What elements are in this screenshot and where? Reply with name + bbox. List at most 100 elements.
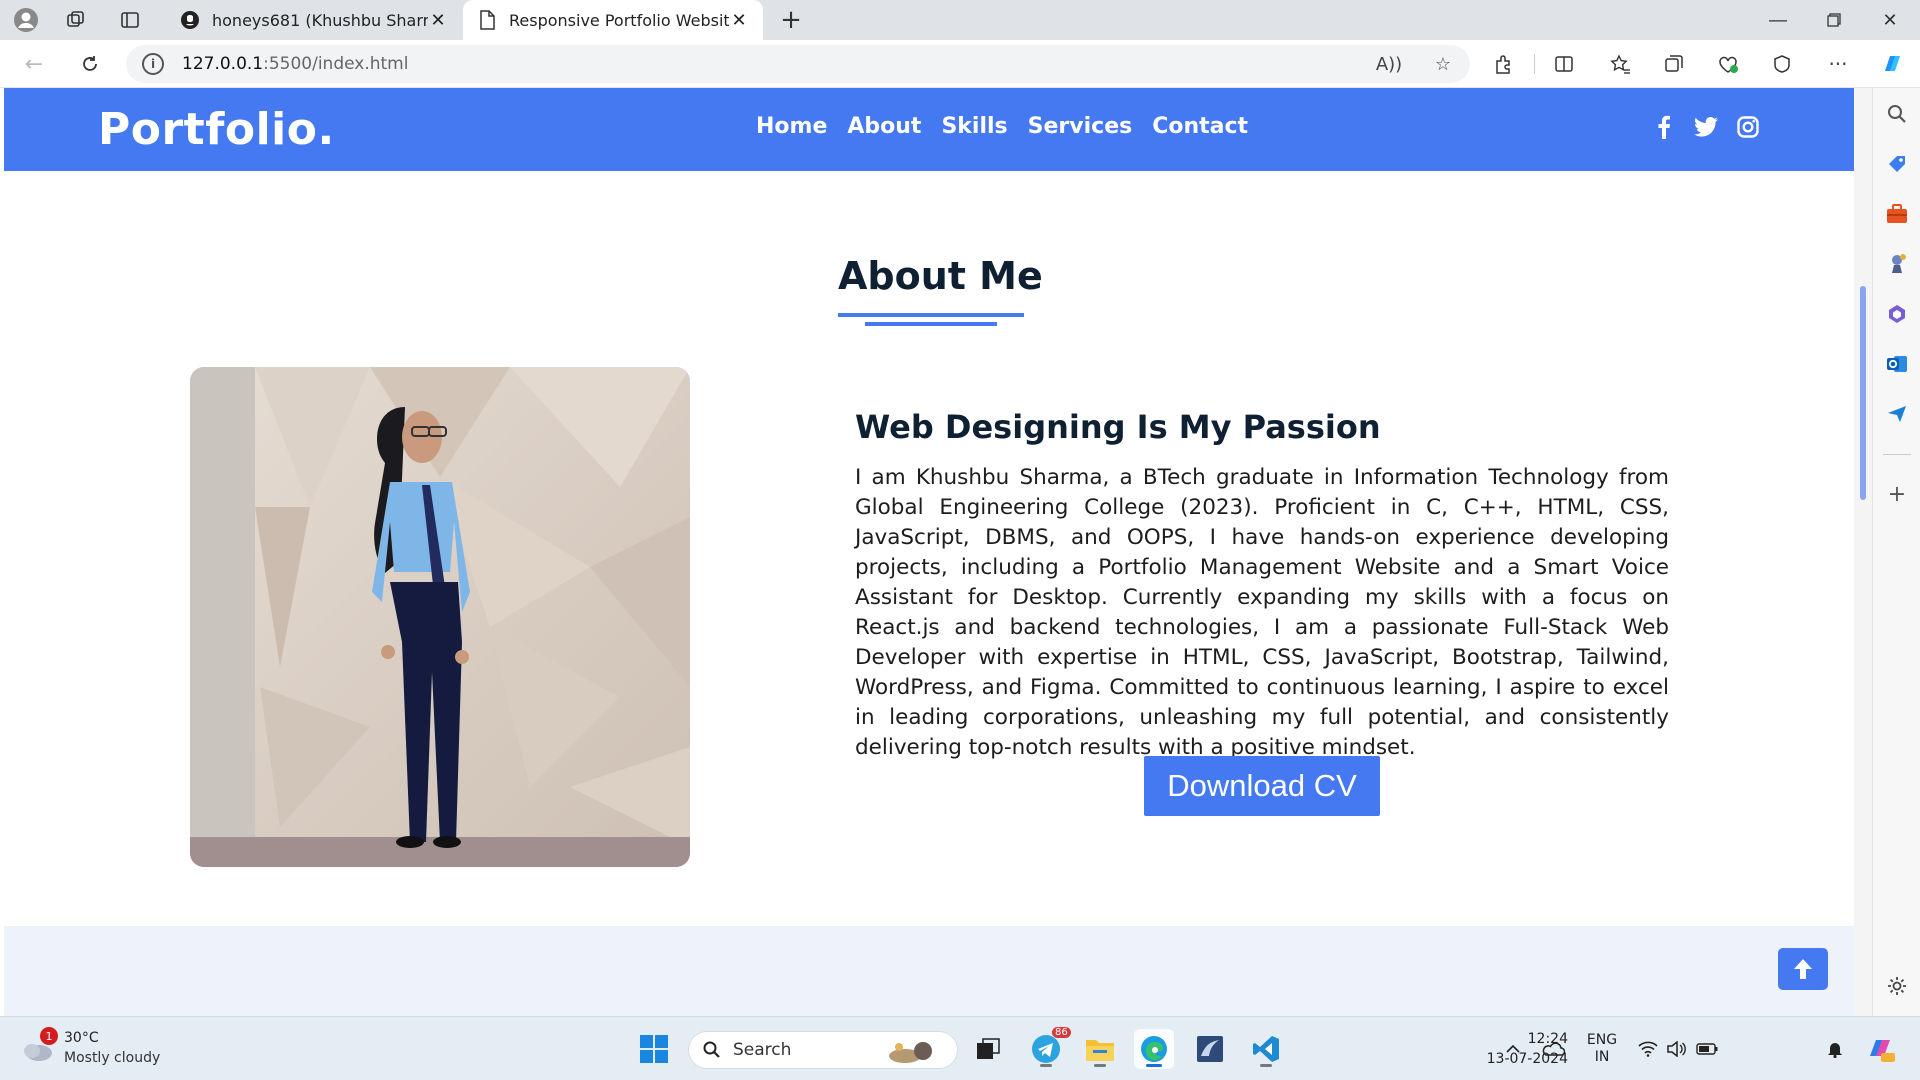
close-window-button[interactable]: ✕	[1862, 0, 1918, 40]
volume-icon[interactable]	[1662, 1031, 1690, 1067]
language-indicator[interactable]: ENG IN	[1580, 1031, 1624, 1067]
windows-start-icon[interactable]	[634, 1029, 674, 1069]
copilot-taskbar-icon[interactable]	[1862, 1031, 1898, 1067]
favorites-icon[interactable]	[1600, 48, 1640, 80]
download-cv-button[interactable]: Download CV	[1144, 756, 1380, 816]
tools-briefcase-icon[interactable]	[1885, 202, 1909, 226]
tab-portfolio[interactable]: Responsive Portfolio Website ✕	[463, 0, 763, 40]
more-menu-icon[interactable]: ···	[1818, 48, 1858, 80]
add-sidebar-app-icon[interactable]: +	[1885, 482, 1909, 507]
outlook-icon[interactable]	[1885, 352, 1909, 376]
edge-sidebar: +	[1872, 88, 1920, 1016]
tab-title: Responsive Portfolio Website	[509, 10, 729, 30]
search-icon[interactable]	[1885, 102, 1909, 126]
search-icon	[703, 1041, 720, 1058]
search-placeholder: Search	[733, 1040, 792, 1060]
scroll-to-top-button[interactable]	[1778, 948, 1828, 990]
browser-essentials-icon[interactable]	[1708, 48, 1748, 80]
instagram-icon[interactable]	[1736, 114, 1760, 140]
browser-tab-bar: honeys681 (Khushbu Sharma) ✕ Responsive …	[0, 0, 1920, 40]
url-path: :5500/index.html	[263, 54, 409, 74]
copilot-icon[interactable]	[1872, 48, 1912, 80]
sidebar-divider	[1883, 454, 1911, 455]
site-logo[interactable]: Portfolio.	[98, 104, 335, 155]
date: 13-07-2024	[1486, 1051, 1568, 1067]
profile-icon[interactable]	[6, 6, 46, 34]
collections-icon[interactable]	[1654, 48, 1694, 80]
browser-toolbar: ← i 127.0.0.1:5500/index.html A)) ☆ ···	[0, 40, 1920, 88]
close-tab-icon[interactable]: ✕	[729, 10, 749, 31]
shopping-tag-icon[interactable]	[1885, 152, 1909, 176]
task-view-icon[interactable]	[968, 1029, 1008, 1069]
toolbar-divider	[1534, 54, 1535, 74]
url-host: 127.0.0.1	[182, 54, 264, 74]
title-underline	[838, 313, 1024, 317]
running-indicator	[1094, 1064, 1106, 1067]
language-code: ENG	[1586, 1032, 1618, 1048]
arrow-up-icon	[1794, 959, 1812, 979]
title-underline-short	[865, 322, 997, 326]
page-scrollbar[interactable]	[1854, 88, 1872, 1016]
temperature: 30°C	[64, 1030, 99, 1046]
weather-alert-badge: 1	[40, 1027, 58, 1045]
site-header: Portfolio. Home About Skills Services Co…	[4, 88, 1854, 171]
system-clock[interactable]: 12:24 13-07-2024	[1468, 1029, 1568, 1069]
back-button[interactable]: ←	[16, 48, 52, 80]
region-code: IN	[1594, 1049, 1610, 1065]
split-screen-icon[interactable]	[1544, 48, 1584, 80]
wifi-icon[interactable]	[1634, 1031, 1662, 1067]
file-explorer-icon[interactable]	[1080, 1029, 1120, 1069]
nav-contact[interactable]: Contact	[1152, 114, 1248, 139]
vscode-icon[interactable]	[1246, 1029, 1286, 1069]
address-bar[interactable]: i 127.0.0.1:5500/index.html A)) ☆	[126, 45, 1470, 83]
read-aloud-icon[interactable]: A))	[1372, 45, 1406, 83]
github-icon	[180, 10, 200, 30]
tab-github[interactable]: honeys681 (Khushbu Sharma) ✕	[166, 0, 462, 40]
extensions-icon[interactable]	[1484, 48, 1524, 80]
tab-title: honeys681 (Khushbu Sharma)	[212, 10, 428, 30]
site-info-icon[interactable]: i	[142, 53, 164, 75]
close-tab-icon[interactable]: ✕	[428, 10, 448, 31]
running-indicator	[1260, 1064, 1272, 1067]
microsoft-365-icon[interactable]	[1885, 302, 1909, 326]
time: 12:24	[1527, 1031, 1568, 1047]
nav-services[interactable]: Services	[1028, 114, 1133, 139]
favorite-star-icon[interactable]: ☆	[1426, 45, 1460, 83]
edge-browser-icon[interactable]	[1134, 1029, 1174, 1069]
running-indicator	[1040, 1064, 1052, 1067]
refresh-button[interactable]	[72, 48, 108, 80]
page-icon	[477, 10, 497, 30]
battery-icon[interactable]	[1692, 1031, 1722, 1067]
next-section-background	[4, 926, 1854, 1016]
nav-about[interactable]: About	[847, 114, 921, 139]
games-icon[interactable]	[1885, 252, 1909, 276]
facebook-icon[interactable]	[1652, 114, 1676, 140]
restore-button[interactable]	[1806, 0, 1862, 40]
telegram-icon[interactable]: 86	[1026, 1027, 1071, 1069]
windows-taskbar: 1 30°C Mostly cloudy Search 86 ENG IN 12…	[0, 1016, 1920, 1080]
profile-photo	[190, 367, 690, 867]
send-icon[interactable]	[1885, 402, 1909, 426]
twitter-icon[interactable]	[1694, 114, 1718, 140]
main-nav: Home About Skills Services Contact	[756, 114, 1268, 139]
weather-condition: Mostly cloudy	[64, 1050, 161, 1066]
taskbar-search[interactable]: Search	[688, 1031, 958, 1069]
social-links	[1652, 114, 1760, 140]
scrollbar-thumb[interactable]	[1860, 286, 1866, 500]
search-highlight-icon	[889, 1042, 932, 1063]
page-viewport: Portfolio. Home About Skills Services Co…	[4, 88, 1854, 1016]
new-tab-button[interactable]: +	[775, 4, 807, 36]
section-title: About Me	[838, 254, 1043, 298]
weather-widget[interactable]: 1 30°C Mostly cloudy	[20, 1027, 180, 1071]
notification-bell-icon[interactable]	[1822, 1031, 1848, 1067]
tab-actions-icon[interactable]	[110, 6, 150, 34]
active-indicator	[1146, 1064, 1162, 1067]
sidebar-settings-icon[interactable]	[1885, 974, 1909, 998]
nav-home[interactable]: Home	[756, 114, 827, 139]
workspaces-icon[interactable]	[56, 6, 96, 34]
minimize-button[interactable]: ―	[1750, 0, 1806, 40]
nav-skills[interactable]: Skills	[941, 114, 1007, 139]
copilot-extension-icon[interactable]	[1762, 48, 1802, 80]
sql-server-icon[interactable]	[1190, 1029, 1230, 1069]
about-paragraph: I am Khushbu Sharma, a BTech graduate in…	[855, 465, 1669, 760]
